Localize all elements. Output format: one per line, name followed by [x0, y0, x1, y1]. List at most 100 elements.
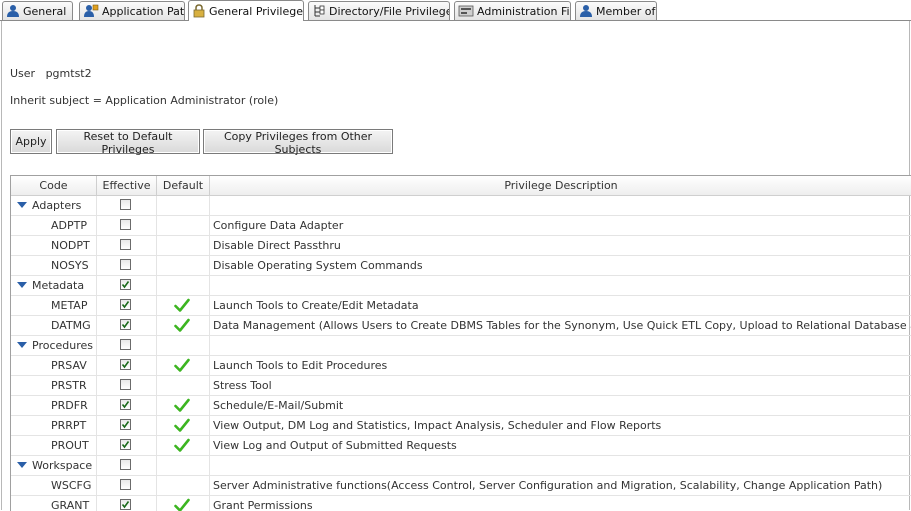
user-info: User pgmtst2 [10, 67, 92, 80]
checkmark-icon [121, 421, 130, 429]
default-cell [157, 376, 210, 395]
privilege-code: PRSAV [51, 359, 87, 372]
effective-checkbox[interactable] [120, 499, 131, 510]
tab-application-path[interactable]: Application Path [79, 1, 185, 20]
privilege-description: Disable Operating System Commands [213, 259, 423, 272]
tab-member-of[interactable]: Member of [575, 1, 657, 20]
tab-general[interactable]: General [2, 1, 73, 20]
table-row[interactable]: DATMG Data Management (Allows Users to Cr… [11, 316, 911, 336]
effective-cell [97, 196, 157, 215]
effective-checkbox[interactable] [120, 379, 131, 390]
privilege-description: Stress Tool [213, 379, 272, 392]
default-cell [157, 216, 210, 235]
table-row[interactable]: PROUT View Log and Output of Submitted Re… [11, 436, 911, 456]
privilege-code: PRDFR [51, 399, 88, 412]
reset-default-privileges-button[interactable]: Reset to Default Privileges [56, 129, 200, 156]
privilege-description [210, 276, 911, 295]
table-row[interactable]: PRRPT View Output, DM Log and Statistics,… [11, 416, 911, 436]
table-row[interactable]: WSCFG Server Administrative functions(Acc… [11, 476, 911, 496]
checkmark-icon [121, 301, 130, 309]
default-cell [157, 196, 210, 215]
effective-checkbox[interactable] [120, 459, 131, 470]
group-row[interactable]: Metadata [11, 276, 911, 296]
effective-checkbox[interactable] [120, 239, 131, 250]
code-cell: Metadata [11, 276, 97, 295]
expand-arrow-icon[interactable] [17, 282, 27, 288]
header-code[interactable]: Code [11, 176, 97, 195]
effective-checkbox[interactable] [120, 419, 131, 430]
default-cell [157, 356, 210, 375]
privilege-code: METAP [51, 299, 88, 312]
privilege-code: DATMG [51, 319, 91, 332]
effective-checkbox[interactable] [120, 439, 131, 450]
table-row[interactable]: PRSTR Stress Tool [11, 376, 911, 396]
table-row[interactable]: METAP Launch Tools to Create/Edit Metadat… [11, 296, 911, 316]
effective-cell [97, 396, 157, 415]
tab-label: General [23, 4, 67, 18]
tab-label: Administration File [477, 4, 571, 18]
effective-cell [97, 376, 157, 395]
checkmark-icon [121, 441, 130, 449]
table-row[interactable]: NODPT Disable Direct Passthru [11, 236, 911, 256]
privileges-table: Code Effective Default Privilege Descrip… [10, 175, 911, 511]
tab-general-privileges[interactable]: General Privileges [188, 0, 304, 21]
effective-checkbox[interactable] [120, 399, 131, 410]
effective-checkbox[interactable] [120, 279, 131, 290]
table-row[interactable]: NOSYS Disable Operating System Commands [11, 256, 911, 276]
header-default[interactable]: Default [157, 176, 210, 195]
tab-administration-file[interactable]: Administration File [454, 1, 571, 20]
table-row[interactable]: PRDFR Schedule/E-Mail/Submit [11, 396, 911, 416]
table-row[interactable]: GRANT Grant Permissions [11, 496, 911, 511]
privilege-description: Server Administrative functions(Access C… [213, 479, 883, 492]
effective-cell [97, 416, 157, 435]
application-path-icon [84, 4, 99, 17]
table-row[interactable]: PRSAV Launch Tools to Edit Procedures [11, 356, 911, 376]
group-row[interactable]: Workspace [11, 456, 911, 476]
effective-checkbox[interactable] [120, 219, 131, 230]
checkmark-icon [121, 321, 130, 329]
header-effective[interactable]: Effective [97, 176, 157, 195]
user-name: pgmtst2 [45, 67, 92, 80]
effective-checkbox[interactable] [120, 359, 131, 370]
privilege-description: Schedule/E-Mail/Submit [213, 399, 344, 412]
effective-checkbox[interactable] [120, 199, 131, 210]
table-row[interactable]: ADPTP Configure Data Adapter [11, 216, 911, 236]
group-label: Procedures [32, 339, 93, 352]
default-cell [157, 236, 210, 255]
expand-arrow-icon[interactable] [17, 462, 27, 468]
group-row[interactable]: Procedures [11, 336, 911, 356]
code-cell: PRRPT [11, 416, 97, 435]
group-row[interactable]: Adapters [11, 196, 911, 216]
expand-arrow-icon[interactable] [17, 342, 27, 348]
effective-checkbox[interactable] [120, 259, 131, 270]
default-cell [157, 436, 210, 455]
default-cell [157, 316, 210, 335]
tab-directory-file-privileges[interactable]: Directory/File Privileges [308, 1, 450, 20]
effective-checkbox[interactable] [120, 339, 131, 350]
group-label: Metadata [32, 279, 85, 292]
effective-checkbox[interactable] [120, 299, 131, 310]
tab-label: General Privileges [209, 4, 304, 18]
effective-cell [97, 296, 157, 315]
privilege-description: Disable Direct Passthru [213, 239, 341, 252]
effective-cell [97, 436, 157, 455]
inherit-subject-text: Inherit subject = Application Administra… [10, 94, 279, 107]
copy-privileges-button[interactable]: Copy Privileges from Other Subjects [203, 129, 393, 156]
default-checkmark-icon [174, 398, 190, 412]
effective-checkbox[interactable] [120, 479, 131, 490]
user-label: User [10, 67, 36, 80]
expand-arrow-icon[interactable] [17, 202, 27, 208]
effective-cell [97, 216, 157, 235]
apply-button[interactable]: Apply [10, 129, 52, 154]
code-cell: Workspace [11, 456, 97, 475]
effective-cell [97, 476, 157, 495]
tab-label: Directory/File Privileges [329, 4, 450, 18]
code-cell: ADPTP [11, 216, 97, 235]
header-description[interactable]: Privilege Description [210, 176, 911, 195]
effective-checkbox[interactable] [120, 319, 131, 330]
effective-cell [97, 276, 157, 295]
default-checkmark-icon [174, 358, 190, 372]
default-cell [157, 476, 210, 495]
privilege-description: Configure Data Adapter [213, 219, 344, 232]
privilege-description: Grant Permissions [213, 499, 313, 511]
